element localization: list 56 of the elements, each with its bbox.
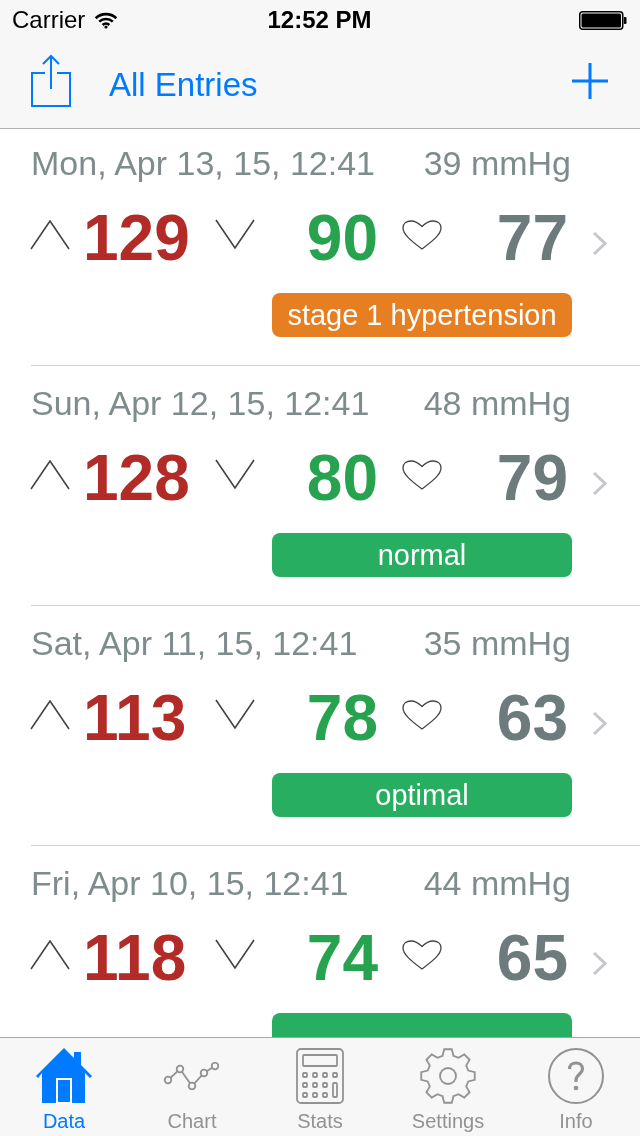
down-caret-icon bbox=[215, 699, 255, 729]
tab-item[interactable]: Info bbox=[512, 1038, 640, 1136]
add-icon[interactable] bbox=[572, 63, 608, 99]
down-caret-icon bbox=[215, 459, 255, 489]
nav-title-link[interactable]: All Entries bbox=[109, 65, 258, 105]
calculator-icon bbox=[296, 1048, 344, 1104]
chevron-right-icon[interactable] bbox=[592, 471, 607, 496]
wifi-icon bbox=[94, 11, 119, 29]
date-time-label: Sun, Apr 12, 15, 12:41 bbox=[31, 383, 370, 423]
up-caret-icon bbox=[30, 460, 70, 490]
share-icon[interactable] bbox=[31, 54, 71, 107]
systolic-value: 129 bbox=[83, 203, 190, 273]
heart-icon bbox=[402, 700, 442, 730]
pulse-pressure-label: 39 mmHg bbox=[423, 143, 571, 183]
diastolic-value: 78 bbox=[306, 683, 378, 753]
pulse-value: 63 bbox=[496, 683, 568, 753]
chevron-right-icon[interactable] bbox=[592, 951, 607, 976]
chevron-right-icon[interactable] bbox=[592, 711, 607, 736]
tab-item[interactable]: Stats bbox=[256, 1038, 384, 1136]
pulse-value: 65 bbox=[496, 923, 568, 993]
tab-item[interactable]: Settings bbox=[384, 1038, 512, 1136]
down-caret-icon bbox=[215, 939, 255, 969]
home-icon bbox=[36, 1048, 92, 1104]
heart-icon bbox=[402, 220, 442, 250]
systolic-value: 128 bbox=[83, 443, 190, 513]
systolic-value: 113 bbox=[83, 683, 187, 753]
line-chart-icon bbox=[162, 1062, 222, 1090]
gear-icon bbox=[420, 1048, 476, 1104]
tab-item[interactable]: Data bbox=[0, 1038, 128, 1136]
pulse-value: 79 bbox=[496, 443, 568, 513]
diastolic-value: 90 bbox=[306, 203, 378, 273]
chevron-right-icon[interactable] bbox=[592, 231, 607, 256]
clock-time: 12:52 PM bbox=[267, 6, 372, 34]
date-time-label: Fri, Apr 10, 15, 12:41 bbox=[31, 863, 349, 903]
help-icon bbox=[548, 1048, 604, 1104]
category-badge: optimal bbox=[272, 773, 572, 817]
date-time-label: Sat, Apr 11, 15, 12:41 bbox=[31, 623, 358, 663]
diastolic-value: 80 bbox=[306, 443, 378, 513]
pulse-pressure-label: 44 mmHg bbox=[423, 863, 571, 903]
diastolic-value: 74 bbox=[306, 923, 378, 993]
up-caret-icon bbox=[30, 700, 70, 730]
tab-item[interactable]: Chart bbox=[128, 1038, 256, 1136]
category-badge: stage 1 hypertension bbox=[272, 293, 572, 337]
carrier-label: Carrier bbox=[12, 6, 86, 34]
battery-icon bbox=[579, 10, 627, 30]
pulse-value: 77 bbox=[496, 203, 568, 273]
up-caret-icon bbox=[30, 940, 70, 970]
systolic-value: 118 bbox=[83, 923, 187, 993]
up-caret-icon bbox=[30, 220, 70, 250]
heart-icon bbox=[402, 940, 442, 970]
category-badge: normal bbox=[272, 533, 572, 577]
pulse-pressure-label: 35 mmHg bbox=[423, 623, 571, 663]
date-time-label: Mon, Apr 13, 15, 12:41 bbox=[31, 143, 376, 183]
down-caret-icon bbox=[215, 219, 255, 249]
pulse-pressure-label: 48 mmHg bbox=[423, 383, 571, 423]
heart-icon bbox=[402, 460, 442, 490]
